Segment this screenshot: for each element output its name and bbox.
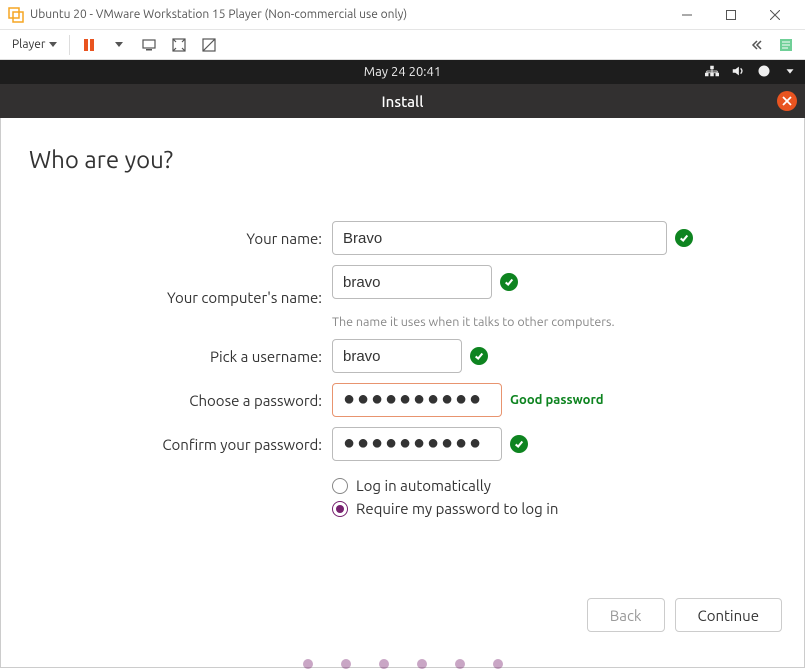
pause-dropdown-button[interactable] bbox=[108, 34, 130, 56]
label-confirm-password: Confirm your password: bbox=[29, 436, 324, 453]
password-input[interactable]: ●●●●●●●●●● bbox=[332, 383, 502, 417]
radio-icon bbox=[332, 478, 348, 494]
radio-login-automatically[interactable]: Log in automatically bbox=[332, 477, 776, 494]
unity-mode-button[interactable] bbox=[198, 34, 220, 56]
window-maximize-button[interactable] bbox=[709, 0, 753, 30]
vmware-toolbar: Player bbox=[0, 30, 805, 60]
label-username: Pick a username: bbox=[29, 348, 324, 365]
collapse-toolbar-button[interactable] bbox=[745, 34, 767, 56]
system-status-area[interactable] bbox=[705, 64, 797, 81]
separator bbox=[69, 35, 70, 55]
label-password: Choose a password: bbox=[29, 392, 324, 409]
check-icon bbox=[470, 347, 488, 365]
power-icon bbox=[757, 64, 771, 81]
chevron-down-icon bbox=[783, 64, 797, 81]
label-computer-name: Your computer's name: bbox=[29, 289, 324, 306]
volume-icon bbox=[731, 64, 745, 81]
confirm-password-input[interactable]: ●●●●●●●●●● bbox=[332, 427, 502, 461]
password-strength-label: Good password bbox=[510, 393, 604, 407]
check-icon bbox=[500, 273, 518, 291]
radio-label-auto: Log in automatically bbox=[356, 477, 491, 494]
window-close-button[interactable] bbox=[753, 0, 797, 30]
installer-footer: Back Continue bbox=[587, 598, 782, 632]
ubuntu-top-bar: May 24 20:41 bbox=[0, 60, 805, 84]
page-heading: Who are you? bbox=[29, 146, 776, 173]
back-button[interactable]: Back bbox=[587, 598, 665, 632]
player-menu-button[interactable]: Player bbox=[8, 36, 61, 53]
installer-body: Who are you? Your name: Your computer's … bbox=[0, 118, 805, 668]
computer-name-hint: The name it uses when it talks to other … bbox=[332, 315, 615, 329]
pause-vm-button[interactable] bbox=[78, 34, 100, 56]
installer-header: Install bbox=[0, 84, 805, 118]
network-icon bbox=[705, 64, 719, 81]
window-minimize-button[interactable] bbox=[665, 0, 709, 30]
send-ctrl-alt-del-button[interactable] bbox=[138, 34, 160, 56]
computer-name-input[interactable] bbox=[332, 265, 492, 299]
username-input[interactable] bbox=[332, 339, 462, 373]
check-icon bbox=[510, 435, 528, 453]
chevron-down-icon bbox=[49, 42, 57, 47]
radio-icon bbox=[332, 501, 348, 517]
notes-button[interactable] bbox=[775, 34, 797, 56]
continue-button[interactable]: Continue bbox=[675, 598, 782, 632]
clock-label: May 24 20:41 bbox=[364, 65, 441, 79]
radio-label-pwd: Require my password to log in bbox=[356, 500, 558, 517]
your-name-input[interactable] bbox=[332, 221, 667, 255]
label-your-name: Your name: bbox=[29, 230, 324, 247]
window-title: Ubuntu 20 - VMware Workstation 15 Player… bbox=[30, 8, 665, 21]
chevron-down-icon bbox=[115, 42, 123, 47]
installer-close-button[interactable] bbox=[777, 91, 797, 111]
vmware-app-icon bbox=[8, 7, 24, 23]
player-menu-label: Player bbox=[12, 38, 45, 51]
fullscreen-button[interactable] bbox=[168, 34, 190, 56]
check-icon bbox=[675, 229, 693, 247]
user-form: Your name: Your computer's name: The nam… bbox=[29, 221, 776, 517]
vmware-window-titlebar: Ubuntu 20 - VMware Workstation 15 Player… bbox=[0, 0, 805, 30]
radio-require-password[interactable]: Require my password to log in bbox=[332, 500, 776, 517]
installer-title: Install bbox=[382, 93, 424, 110]
